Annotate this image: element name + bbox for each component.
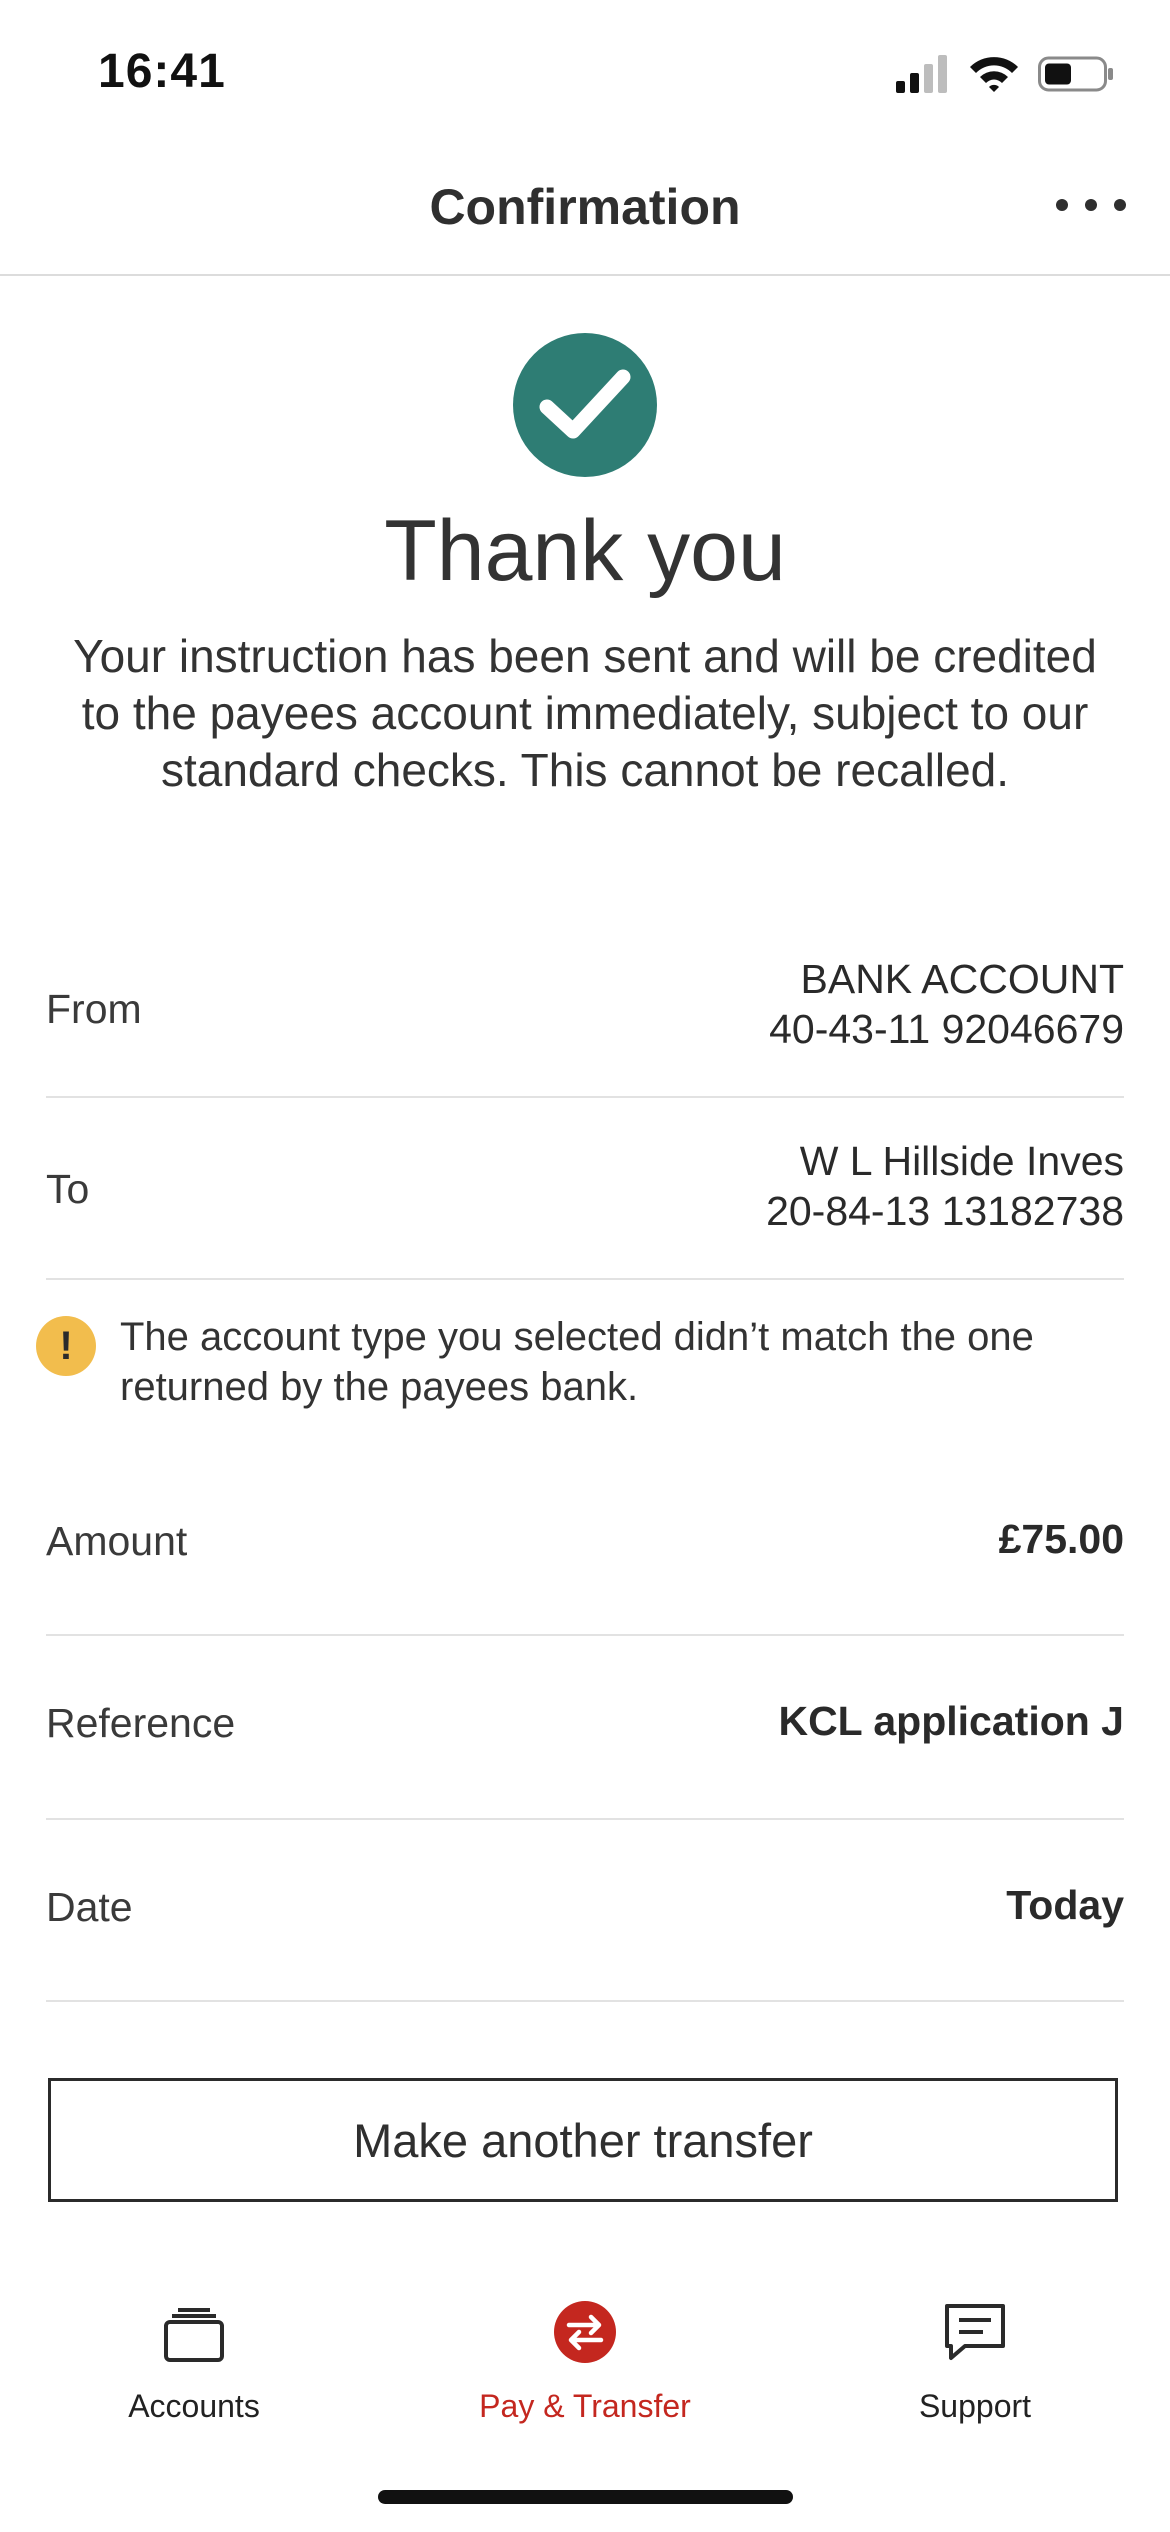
confirmation-message: Your instruction has been sent and will … xyxy=(73,630,1097,796)
to-label: To xyxy=(46,1166,90,1212)
reference-row: Reference KCL application J xyxy=(46,1634,1124,1820)
from-account-number: 40-43-11 92046679 xyxy=(769,1006,1124,1052)
wifi-icon xyxy=(970,57,1018,92)
more-dot-icon xyxy=(1114,199,1126,211)
nav-header: Confirmation xyxy=(0,140,1170,276)
date-label: Date xyxy=(46,1884,133,1930)
more-dot-icon xyxy=(1056,199,1068,211)
from-account-name: BANK ACCOUNT xyxy=(800,956,1125,1002)
amount-row: Amount £75.00 xyxy=(46,1452,1124,1636)
tab-accounts[interactable]: Accounts xyxy=(44,2294,344,2425)
more-dot-icon xyxy=(1085,199,1097,211)
date-value: Today xyxy=(1006,1882,1124,1928)
battery-icon xyxy=(1038,56,1113,92)
chat-icon xyxy=(945,2304,1005,2360)
signal-icon xyxy=(896,55,947,93)
to-payee-name: W L Hillside Inves xyxy=(799,1138,1124,1184)
from-label: From xyxy=(46,986,142,1032)
from-row: From BANK ACCOUNT 40-43-11 92046679 xyxy=(46,938,1124,1098)
tab-support-label: Support xyxy=(918,2388,1032,2424)
transfer-icon xyxy=(554,2301,616,2363)
amount-label: Amount xyxy=(46,1518,188,1564)
status-icons xyxy=(896,52,1114,96)
reference-value: KCL application J xyxy=(778,1698,1124,1744)
page-title: Confirmation xyxy=(429,179,741,235)
tab-accounts-label: Accounts xyxy=(128,2388,260,2424)
from-value: BANK ACCOUNT 40-43-11 92046679 xyxy=(769,954,1124,1054)
confirmation-title: Thank you xyxy=(384,503,786,599)
tab-pay-transfer[interactable]: Pay & Transfer xyxy=(435,2294,735,2425)
date-row: Date Today xyxy=(46,1818,1124,2002)
to-value: W L Hillside Inves 20-84-13 13182738 xyxy=(766,1136,1124,1236)
tab-support[interactable]: Support xyxy=(825,2294,1125,2425)
home-indicator[interactable] xyxy=(378,2490,793,2504)
wallet-icon xyxy=(164,2308,224,2362)
status-time: 16:41 xyxy=(98,45,226,98)
tab-pay-transfer-label: Pay & Transfer xyxy=(479,2388,691,2424)
more-options-button[interactable] xyxy=(1056,180,1126,230)
success-check-icon xyxy=(513,333,657,477)
status-bar: 16:41 xyxy=(0,0,1170,140)
tab-bar: Accounts Pay & Transfer Support xyxy=(0,2280,1170,2480)
to-account-number: 20-84-13 13182738 xyxy=(766,1188,1124,1234)
to-row: To W L Hillside Inves 20-84-13 13182738 xyxy=(46,1096,1124,1280)
amount-value: £75.00 xyxy=(998,1516,1124,1562)
make-another-transfer-button[interactable]: Make another transfer xyxy=(48,2078,1118,2202)
warning-icon: ! xyxy=(36,1316,96,1376)
warning-text: The account type you selected didn’t mat… xyxy=(120,1315,1034,1409)
reference-label: Reference xyxy=(46,1700,236,1746)
